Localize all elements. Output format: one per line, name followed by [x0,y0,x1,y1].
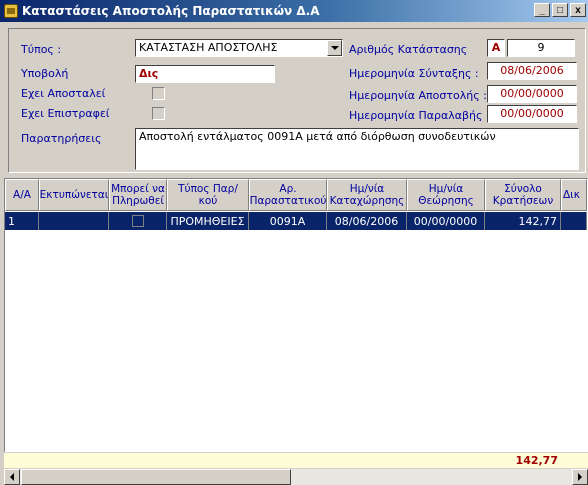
cell-total[interactable]: 142,77 [485,212,561,230]
number-label: Αριθμός Κατάστασης [349,43,468,56]
col-header-payable[interactable]: Μπορεί να Πληρωθεί [109,179,167,211]
col-header-more[interactable]: Δικ [561,179,587,211]
returned-checkbox[interactable] [152,107,165,120]
notes-label: Παρατηρήσεις [21,132,102,145]
window-title: Καταστάσεις Αποστολής Παραστατικών Δ.Α [22,4,320,18]
title-bar: Καταστάσεις Αποστολής Παραστατικών Δ.Α _… [0,0,588,22]
cell-more[interactable] [561,212,587,230]
col-header-aa[interactable]: Α/Α [5,179,39,211]
col-header-printed[interactable]: Εκτυπώνεται [39,179,109,211]
col-header-review-date[interactable]: Ημ/νία Θεώρησης [407,179,485,211]
creation-date-field[interactable]: 08/06/2006 [487,62,577,80]
maximize-button[interactable]: □ [552,3,568,17]
minimize-button[interactable]: _ [534,3,550,17]
grid-header: Α/Α Εκτυπώνεται Μπορεί να Πληρωθεί Τύπος… [5,179,587,211]
scroll-left-icon[interactable] [4,469,20,485]
cell-entry-date[interactable]: 08/06/2006 [327,212,407,230]
type-value: ΚΑΤΑΣΤΑΣΗ ΑΠΟΣΤΟΛΗΣ [139,41,278,54]
creation-date-label: Ημερομηνία Σύνταξης : [349,67,479,80]
totals-bar: 142,77 [4,452,588,468]
dropdown-arrow-icon[interactable] [327,40,342,56]
cell-payable[interactable] [109,212,167,230]
cell-doc-type[interactable]: ΠΡΟΜΗΘΕΙΕΣ [167,212,249,230]
submission-label: Υποβολή [21,67,69,80]
notes-field[interactable]: Αποστολή εντάλματος 0091Α μετά από διόρθ… [135,128,579,170]
scrollbar-thumb[interactable] [21,469,291,485]
horizontal-scrollbar[interactable] [4,469,588,485]
send-date-field[interactable]: 00/00/0000 [487,85,577,103]
payable-checkbox[interactable] [131,215,144,227]
form-panel: Τύπος : ΚΑΤΑΣΤΑΣΗ ΑΠΟΣΤΟΛΗΣ Υποβολή Δις … [8,28,586,173]
type-label: Τύπος : [21,43,62,56]
col-header-doc-number[interactable]: Αρ. Παραστατικού [249,179,327,211]
footer-total: 142,77 [515,454,558,467]
returned-label: Εχει Επιστραφεί [21,107,110,120]
type-dropdown[interactable]: ΚΑΤΑΣΤΑΣΗ ΑΠΟΣΤΟΛΗΣ [135,39,343,57]
data-grid[interactable]: Α/Α Εκτυπώνεται Μπορεί να Πληρωθεί Τύπος… [4,178,588,468]
sent-label: Εχει Αποσταλεί [21,87,106,100]
cell-review-date[interactable]: 00/00/0000 [407,212,485,230]
cell-doc-number[interactable]: 0091Α [249,212,327,230]
close-button[interactable]: x [570,3,586,17]
sent-checkbox[interactable] [152,87,165,100]
cell-printed[interactable] [39,212,109,230]
app-icon [4,4,18,18]
number-series-field[interactable]: Α [487,39,505,57]
receipt-date-label: Ημερομηνία Παραλαβής : [349,109,490,122]
col-header-doc-type[interactable]: Τύπος Παρ/κού [167,179,249,211]
send-date-label: Ημερομηνία Αποστολής : [349,89,487,102]
number-field[interactable]: 9 [507,39,575,57]
col-header-total[interactable]: Σύνολο Κρατήσεων [485,179,561,211]
table-row[interactable]: 1 ΠΡΟΜΗΘΕΙΕΣ 0091Α 08/06/2006 00/00/0000… [5,212,587,230]
cell-aa[interactable]: 1 [5,212,39,230]
submission-field[interactable]: Δις [135,65,275,83]
col-header-entry-date[interactable]: Ημ/νία Καταχώρησης [327,179,407,211]
scroll-right-icon[interactable] [572,469,588,485]
receipt-date-field[interactable]: 00/00/0000 [487,105,577,123]
